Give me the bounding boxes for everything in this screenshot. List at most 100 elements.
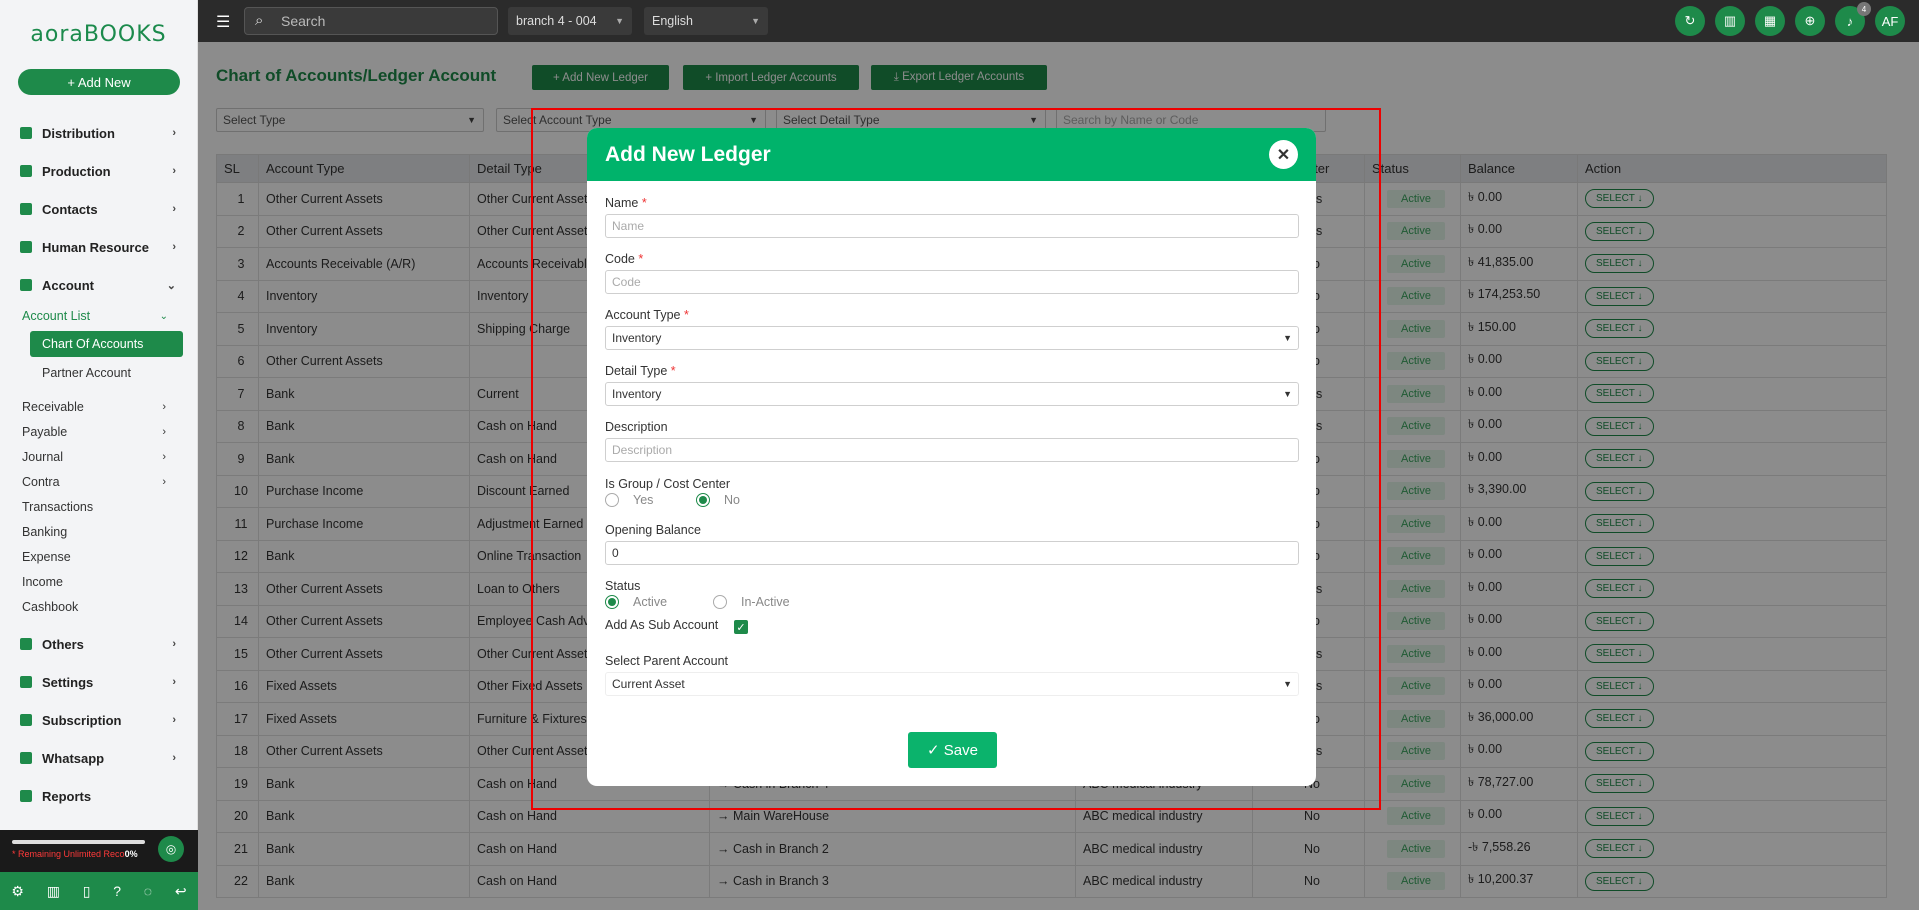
select-value: Current Asset — [612, 677, 685, 691]
users-icon — [20, 241, 32, 253]
detail-type-select[interactable]: Inventory ▼ — [605, 382, 1299, 406]
sidebar-item-payable[interactable]: Payable › — [0, 419, 198, 444]
code-label: Code * — [605, 252, 643, 266]
sidebar-item-reports[interactable]: Reports — [0, 777, 198, 815]
sidebar-item-chart-of-accounts[interactable]: Chart Of Accounts — [30, 331, 183, 357]
caret-down-icon: ▼ — [615, 16, 624, 26]
label-text: Account Type — [605, 308, 681, 322]
sidebar-item-partner-account[interactable]: Partner Account — [0, 360, 198, 386]
menu-icon[interactable]: ☰ — [216, 12, 230, 32]
radio-label: Yes — [633, 493, 654, 507]
chevron-right-icon: › — [162, 425, 166, 438]
radio-label: Active — [633, 595, 668, 609]
sidebar-item-label: Account — [42, 277, 94, 293]
sidebar-item-human-resource[interactable]: Human Resource › — [0, 228, 198, 266]
status-active-radio[interactable]: Active — [605, 595, 667, 609]
sidebar-item-label: Whatsapp — [42, 750, 105, 766]
sidebar-item-distribution[interactable]: Distribution › — [0, 114, 198, 152]
book-icon[interactable]: ▯ — [83, 883, 91, 900]
topbar-icons: ↻ ▥ ▦ ⊕ ♪ 4 AF — [1675, 2, 1905, 36]
refresh-icon[interactable]: ↻ — [1675, 6, 1705, 36]
sidebar-item-label: Subscription — [42, 712, 122, 728]
sidebar-item-account[interactable]: Account ⌄ — [0, 266, 198, 304]
sidebar-item-expense[interactable]: Expense — [0, 544, 198, 569]
radio-circle-checked — [696, 493, 710, 507]
chevron-down-icon: ⌄ — [159, 310, 168, 322]
chevron-right-icon: › — [172, 127, 176, 139]
avatar[interactable]: AF — [1875, 6, 1905, 36]
logout-icon[interactable]: ↩ — [175, 883, 187, 900]
caret-down-icon: ▼ — [1283, 679, 1292, 689]
sidebar-item-label: Others — [42, 636, 84, 652]
sidebar-item-banking[interactable]: Banking — [0, 519, 198, 544]
sidebar-item-transactions[interactable]: Transactions — [0, 494, 198, 519]
sub-account-checkbox[interactable]: ✓ — [734, 620, 748, 634]
chevron-right-icon: › — [172, 676, 176, 688]
search-input[interactable]: ⌕ Search — [244, 7, 498, 35]
sidebar-item-contra[interactable]: Contra › — [0, 469, 198, 494]
status-inactive-radio[interactable]: In-Active — [713, 595, 790, 609]
remaining-label: * Remaining Unlimited Reco — [12, 849, 125, 859]
sidebar-item-income[interactable]: Income — [0, 569, 198, 594]
fingerprint-icon[interactable]: ◎ — [158, 836, 184, 862]
select-value: Inventory — [612, 387, 662, 401]
sub-account-label: Add As Sub Account — [605, 618, 719, 632]
chevron-right-icon: › — [162, 400, 166, 413]
sidebar-item-whatsapp[interactable]: Whatsapp › — [0, 739, 198, 777]
radio-circle — [713, 595, 727, 609]
parent-account-select[interactable]: Current Asset ▼ — [605, 672, 1299, 696]
chat-icon[interactable]: ◌ — [144, 883, 152, 899]
sidebar-item-others[interactable]: Others › — [0, 625, 198, 663]
notification-badge: 4 — [1857, 2, 1871, 16]
add-new-button[interactable]: + Add New — [18, 69, 180, 95]
bell-icon[interactable]: ♪ 4 — [1835, 2, 1871, 36]
status-label: Status — [605, 579, 641, 593]
modal-title: Add New Ledger — [605, 142, 771, 166]
account-type-select[interactable]: Inventory ▼ — [605, 326, 1299, 350]
sidebar-item-label: Reports — [42, 788, 92, 804]
sidebar-item-production[interactable]: Production › — [0, 152, 198, 190]
remaining-percent: 0% — [124, 849, 138, 859]
name-input[interactable]: Name — [605, 214, 1299, 238]
sidebar-item-label: Distribution — [42, 125, 115, 141]
sidebar-item-journal[interactable]: Journal › — [0, 444, 198, 469]
topbar: ☰ ⌕ Search branch 4 - 004 ▼ English ▼ ↻ ▥ ▦… — [198, 0, 1919, 42]
app-logo: aoraBOOKS — [30, 21, 167, 47]
chart-icon[interactable]: ▥ — [1715, 6, 1745, 36]
sidebar-item-account-list[interactable]: Account List ⌄ — [0, 304, 198, 328]
radio-label: No — [724, 493, 740, 507]
description-input[interactable]: Description — [605, 438, 1299, 462]
branch-select[interactable]: branch 4 - 004 ▼ — [508, 7, 632, 35]
parent-account-label: Select Parent Account — [605, 654, 728, 668]
group-cost-center-label: Is Group / Cost Center — [605, 477, 731, 491]
calculator-icon[interactable]: ▦ — [1755, 6, 1785, 36]
description-label: Description — [605, 420, 668, 434]
sidebar-item-label: Settings — [42, 674, 94, 690]
sidebar-item-subscription[interactable]: Subscription › — [0, 701, 198, 739]
required-mark: * — [638, 252, 644, 266]
chevron-right-icon: › — [172, 714, 176, 726]
opening-balance-input[interactable]: 0 — [605, 541, 1299, 565]
distribution-icon — [20, 127, 32, 139]
chevron-right-icon: › — [172, 241, 176, 253]
sidebar-item-contacts[interactable]: Contacts › — [0, 190, 198, 228]
close-icon[interactable]: ✕ — [1269, 140, 1298, 169]
group-yes-radio[interactable]: Yes — [605, 493, 653, 507]
chart-icon[interactable]: ▥ — [47, 883, 60, 900]
save-button[interactable]: ✓ Save — [908, 732, 997, 768]
chevron-right-icon: › — [172, 203, 176, 215]
opening-balance-label: Opening Balance — [605, 523, 701, 537]
code-input[interactable]: Code — [605, 270, 1299, 294]
placeholder: Description — [612, 443, 673, 457]
whatsapp-icon — [20, 752, 32, 764]
search-placeholder: Search — [281, 13, 326, 29]
help-icon[interactable]: ? — [113, 883, 121, 899]
globe-icon[interactable]: ⊕ — [1795, 6, 1825, 36]
language-select[interactable]: English ▼ — [644, 7, 768, 35]
sidebar-item-settings[interactable]: Settings › — [0, 663, 198, 701]
gear-icon[interactable]: ⚙ — [11, 883, 24, 900]
sidebar-item-cashbook[interactable]: Cashbook — [0, 594, 198, 619]
group-no-radio[interactable]: No — [696, 493, 740, 507]
input-value: 0 — [612, 546, 619, 560]
sidebar-item-receivable[interactable]: Receivable › — [0, 394, 198, 419]
